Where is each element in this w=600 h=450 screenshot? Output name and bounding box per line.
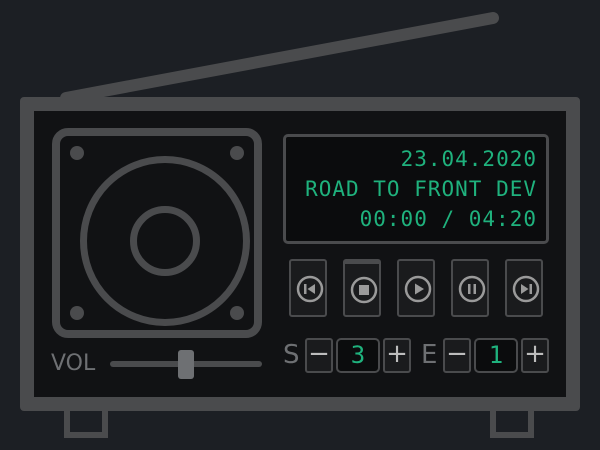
- season-increment-button[interactable]: +: [383, 338, 411, 373]
- lcd-display: 23.04.2020 ROAD TO FRONT DEV 00:00 / 04:…: [283, 134, 549, 244]
- episode-value: 1: [474, 338, 518, 373]
- previous-button[interactable]: [289, 259, 327, 317]
- episode-increment-button[interactable]: +: [521, 338, 549, 373]
- episode-decrement-button[interactable]: −: [443, 338, 471, 373]
- radio-player: 23.04.2020 ROAD TO FRONT DEV 00:00 / 04:…: [0, 0, 600, 450]
- speaker-screw: [230, 146, 244, 160]
- play-button[interactable]: [397, 259, 435, 317]
- display-track-title: ROAD TO FRONT DEV: [305, 177, 537, 201]
- speaker-screw: [70, 306, 84, 320]
- display-time: 00:00 / 04:20: [359, 207, 537, 231]
- left-foot: [64, 410, 108, 438]
- skip-previous-icon: [296, 275, 324, 303]
- skip-next-icon: [512, 275, 540, 303]
- volume-label: VOL: [51, 351, 96, 376]
- season-decrement-button[interactable]: −: [305, 338, 333, 373]
- stop-button[interactable]: [343, 259, 381, 317]
- play-icon: [404, 275, 432, 303]
- episode-label: E: [421, 340, 438, 370]
- speaker-screw: [230, 306, 244, 320]
- display-date: 23.04.2020: [400, 147, 537, 171]
- speaker: [52, 128, 262, 338]
- stop-icon: [350, 276, 378, 304]
- next-button[interactable]: [505, 259, 543, 317]
- speaker-screw: [70, 146, 84, 160]
- volume-slider-thumb[interactable]: [178, 350, 194, 379]
- season-label: S: [283, 340, 300, 370]
- right-foot: [490, 410, 534, 438]
- season-value: 3: [336, 338, 380, 373]
- pause-icon: [458, 275, 486, 303]
- pause-button[interactable]: [451, 259, 489, 317]
- speaker-cone-inner: [130, 206, 200, 276]
